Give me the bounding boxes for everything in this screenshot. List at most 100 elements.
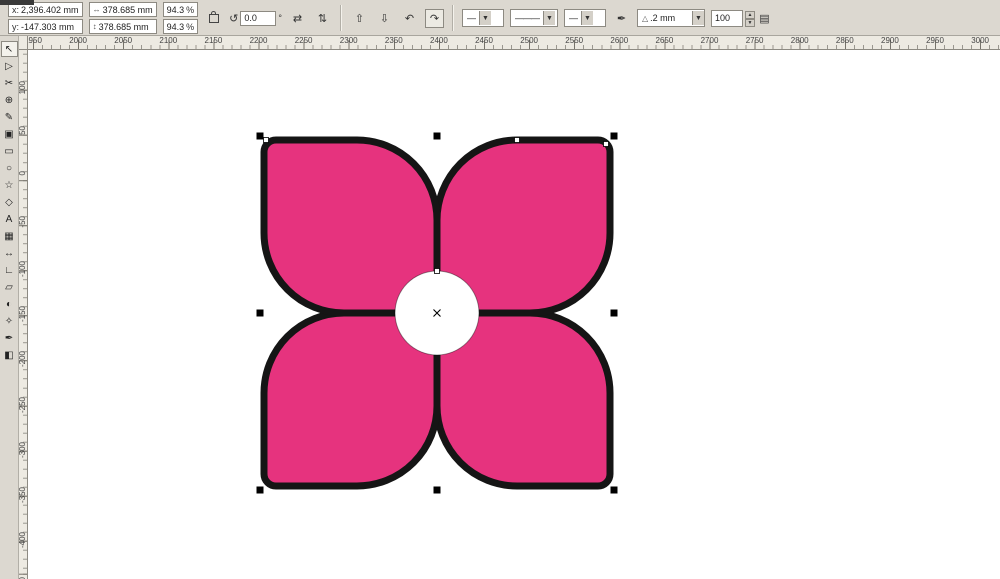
table-tool-icon: ▦ — [4, 230, 14, 242]
start-arrowhead-value: — — [466, 13, 476, 23]
zoom-tool[interactable]: ⊕ — [1, 92, 18, 108]
chevron-down-icon[interactable]: ▼ — [478, 11, 491, 25]
x-label: x: — [12, 4, 20, 15]
to-back-button[interactable]: ⇩ — [374, 8, 394, 28]
selection-handle[interactable] — [256, 309, 264, 317]
outline-pen-icon: ✒ — [616, 12, 627, 25]
curve-node[interactable] — [263, 137, 269, 143]
end-arrowhead-value: — — [568, 13, 578, 23]
curve-node[interactable] — [434, 268, 440, 274]
rotation-field[interactable]: 0.0 — [240, 10, 277, 26]
hruler-label: 2650 — [655, 36, 674, 45]
property-bar: x: 2,396.402 mm y: -147.303 mm ↔ 378.685… — [0, 0, 1000, 36]
pick-tool[interactable]: ↖ — [0, 41, 18, 57]
curve-node[interactable] — [514, 137, 520, 143]
vruler-label: -250 — [19, 396, 27, 413]
polygon-tool[interactable]: ☆ — [1, 177, 18, 193]
basic-shapes-tool[interactable]: ◇ — [1, 194, 18, 210]
misc-value-field[interactable]: 100 — [710, 9, 743, 27]
degree-sign: ° — [278, 13, 282, 23]
connector-tool[interactable]: ∟ — [1, 262, 18, 278]
pick-tool-icon: ↖ — [4, 43, 14, 55]
undo-button[interactable]: ↶ — [399, 8, 419, 28]
connector-tool-icon: ∟ — [4, 264, 14, 276]
lock-ratio-button[interactable] — [204, 8, 224, 28]
vruler-label: -300 — [19, 441, 27, 458]
ellipse-tool[interactable]: ○ — [1, 160, 18, 176]
selection-handle[interactable] — [256, 132, 264, 140]
mirror-horizontal-button[interactable]: ⇄ — [287, 8, 307, 28]
hruler-label: 2850 — [835, 36, 854, 45]
y-value: -147.303 mm — [21, 21, 75, 32]
outline-style-value: ——— — [514, 13, 540, 23]
vruler-label: 50 — [19, 125, 27, 135]
selection-handle[interactable] — [256, 486, 264, 494]
vertical-ruler[interactable]: 100500-50-100-150-200-250-300-350-400-45… — [19, 50, 28, 579]
crop-tool[interactable]: ✂ — [1, 75, 18, 91]
object-width-field[interactable]: ↔ 378.685 mm — [88, 2, 157, 17]
settings-button[interactable]: ▤ — [754, 8, 774, 28]
to-front-button[interactable]: ⇧ — [349, 8, 369, 28]
table-tool[interactable]: ▦ — [1, 228, 18, 244]
selection-handle[interactable] — [610, 132, 618, 140]
rectangle-tool[interactable]: ▭ — [1, 143, 18, 159]
crop-tool-icon: ✂ — [4, 77, 14, 89]
basic-shapes-tool-icon: ◇ — [5, 196, 13, 208]
vruler-label: -100 — [19, 261, 27, 278]
selection-handle[interactable] — [610, 486, 618, 494]
chevron-down-icon[interactable]: ▼ — [542, 11, 555, 25]
rotation-value: 0.0 — [244, 13, 257, 23]
start-arrowhead-combo[interactable]: — ▼ — [461, 9, 504, 27]
position-fields: x: 2,396.402 mm y: -147.303 mm — [8, 2, 83, 34]
x-value: 2,396.402 mm — [21, 4, 79, 15]
hruler-label: 2550 — [565, 36, 584, 45]
drop-shadow-tool-icon: ▱ — [5, 281, 13, 293]
scale-v-field[interactable]: 94.3 % — [162, 19, 199, 34]
redo-button[interactable]: ↷ — [424, 8, 444, 28]
selection-handle[interactable] — [433, 486, 441, 494]
mirror-vertical-button[interactable]: ⇅ — [312, 8, 332, 28]
shape-tool[interactable]: ▷ — [1, 58, 18, 74]
chevron-down-icon[interactable]: ▼ — [691, 11, 704, 25]
hruler-label: 2200 — [249, 36, 268, 45]
freehand-tool[interactable]: ✎ — [1, 109, 18, 125]
curve-node[interactable] — [603, 141, 609, 147]
spinner-up-icon[interactable]: ▲ — [744, 10, 755, 19]
dimension-tool-icon: ↔ — [4, 247, 14, 259]
selection-handle[interactable] — [610, 309, 618, 317]
width-value: 378.685 mm — [102, 4, 153, 15]
to-front-icon: ⇧ — [354, 12, 365, 25]
chevron-down-icon[interactable]: ▼ — [580, 11, 593, 25]
hruler-label: 2800 — [790, 36, 809, 45]
y-position-field[interactable]: y: -147.303 mm — [8, 19, 83, 34]
height-icon: ↕ — [92, 22, 97, 31]
object-height-field[interactable]: ↕ 378.685 mm — [88, 19, 157, 34]
vruler-label: -350 — [19, 486, 27, 503]
transparency-tool[interactable]: ◐ — [1, 296, 18, 312]
outline-style-combo[interactable]: ——— ▼ — [509, 9, 558, 27]
drop-shadow-tool[interactable]: ▱ — [1, 279, 18, 295]
outline-pen-dialog-button[interactable]: ✒ — [611, 8, 631, 28]
selection-handle[interactable] — [433, 132, 441, 140]
scale-h-field[interactable]: 94.3 % — [162, 2, 199, 17]
eyedropper-tool[interactable]: ✧ — [1, 313, 18, 329]
outline-pen-tool[interactable]: ✒ — [1, 330, 18, 346]
hruler-label: 2500 — [520, 36, 538, 45]
rotation-icon: ↺ — [229, 12, 239, 25]
hruler-label: 2000 — [69, 36, 87, 45]
outline-width-combo[interactable]: △ .2 mm ▼ — [636, 9, 705, 27]
smart-fill-tool[interactable]: ▣ — [1, 126, 18, 142]
mirror-vertical-icon: ⇅ — [317, 12, 328, 25]
ellipse-tool-icon: ○ — [5, 162, 13, 174]
dimension-tool[interactable]: ↔ — [1, 245, 18, 261]
horizontal-ruler[interactable]: 1950 2000 2050 2100 2150 2200 2250 2300 2350 2400… — [28, 36, 1000, 50]
smart-fill-tool-icon: ▣ — [4, 128, 14, 140]
end-arrowhead-combo[interactable]: — ▼ — [563, 9, 606, 27]
fill-tool[interactable]: ◧ — [1, 347, 18, 363]
percent-sign: % — [186, 21, 195, 32]
spinner-down-icon[interactable]: ▼ — [744, 18, 755, 27]
canvas[interactable] — [28, 50, 1000, 579]
text-tool[interactable]: A — [1, 211, 18, 227]
hruler-label: 2250 — [294, 36, 313, 45]
misc-value-spinner: ▲ ▼ — [744, 10, 755, 27]
